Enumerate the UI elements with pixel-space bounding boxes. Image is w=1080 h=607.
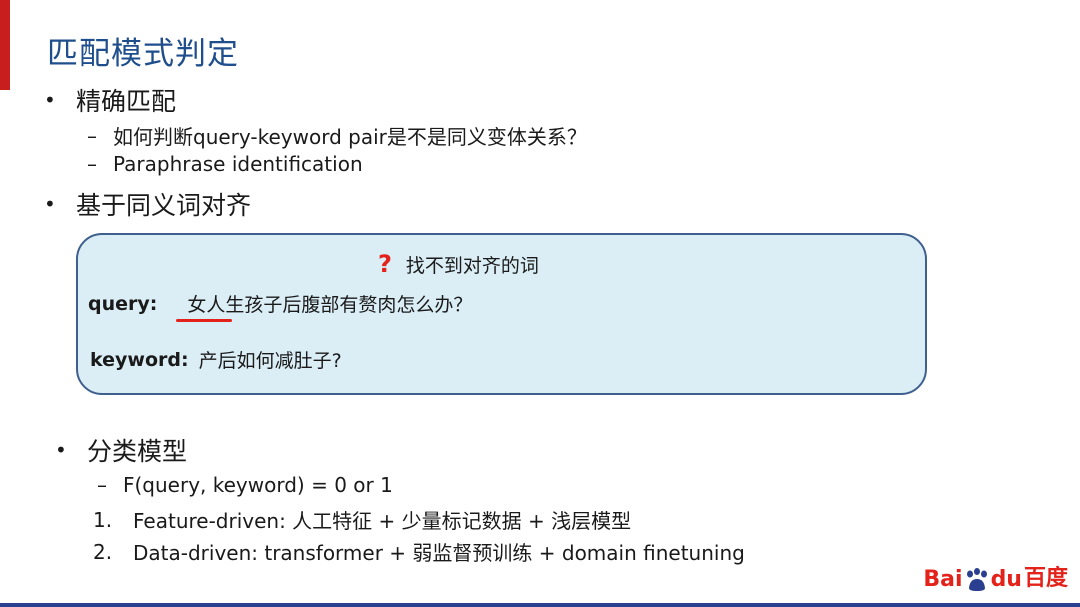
example-callout: ? 找不到对齐的词 query: 女人生孩子后腹部有赘肉怎么办？ keyword…: [76, 233, 927, 395]
bullet-dot: •: [55, 438, 67, 462]
dash-marker: –: [87, 152, 97, 176]
callout-hint: ? 找不到对齐的词: [378, 250, 539, 278]
bullet-synonym-align: • 基于同义词对齐: [44, 186, 251, 222]
heading-synonym-align: 基于同义词对齐: [76, 191, 252, 220]
logo-bai: Bai: [923, 567, 963, 592]
number-marker: 1.: [93, 507, 113, 532]
bullet-exact-match: • 精确匹配: [44, 82, 176, 118]
bullet-classification: • 分类模型: [55, 432, 187, 468]
dash-marker: –: [97, 473, 107, 497]
sub-item-question: – 如何判断query-keyword pair是不是同义变体关系？: [87, 121, 587, 150]
paw-icon: [964, 568, 990, 592]
formula-item: – F(query, keyword) = 0 or 1: [97, 473, 393, 497]
question-mark-icon: ?: [378, 250, 392, 278]
bullet-dot: •: [44, 88, 56, 112]
logo-cn: 百度: [1023, 566, 1068, 591]
sub-item-text: 如何判断query-keyword pair是不是同义变体关系？: [113, 125, 587, 149]
bottom-rule: [0, 603, 1080, 607]
keyword-label: keyword:: [90, 348, 189, 371]
logo-du: du: [990, 567, 1022, 592]
number-marker: 2.: [93, 539, 113, 564]
heading-classification: 分类模型: [87, 437, 188, 466]
dash-marker: –: [87, 123, 97, 148]
query-row: query: 女人生孩子后腹部有赘肉怎么办？: [88, 290, 472, 317]
numbered-item-2: 2. Data-driven: transformer + 弱监督预训练 + d…: [93, 537, 745, 566]
numbered-text: Feature-driven: 人工特征 + 少量标记数据 + 浅层模型: [133, 509, 632, 533]
query-text: 女人生孩子后腹部有赘肉怎么办？: [187, 294, 473, 316]
slide-title: 匹配模式判定: [47, 36, 239, 72]
formula-text: F(query, keyword) = 0 or 1: [123, 473, 393, 497]
numbered-item-1: 1. Feature-driven: 人工特征 + 少量标记数据 + 浅层模型: [93, 505, 631, 534]
query-label: query:: [88, 292, 158, 315]
sub-item-text: Paraphrase identification: [113, 152, 363, 176]
keyword-text: 产后如何减肚子?: [198, 350, 342, 372]
heading-exact-match: 精确匹配: [76, 87, 177, 116]
sub-item-paraphrase: – Paraphrase identification: [87, 152, 363, 176]
numbered-text: Data-driven: transformer + 弱监督预训练 + doma…: [133, 541, 745, 565]
baidu-logo: Bai du 百度: [923, 560, 1068, 592]
accent-bar: [0, 0, 10, 90]
keyword-row: keyword: 产后如何减肚子?: [90, 346, 342, 373]
red-underline-mark: [176, 319, 232, 322]
bullet-dot: •: [44, 192, 56, 216]
hint-text: 找不到对齐的词: [405, 254, 539, 277]
